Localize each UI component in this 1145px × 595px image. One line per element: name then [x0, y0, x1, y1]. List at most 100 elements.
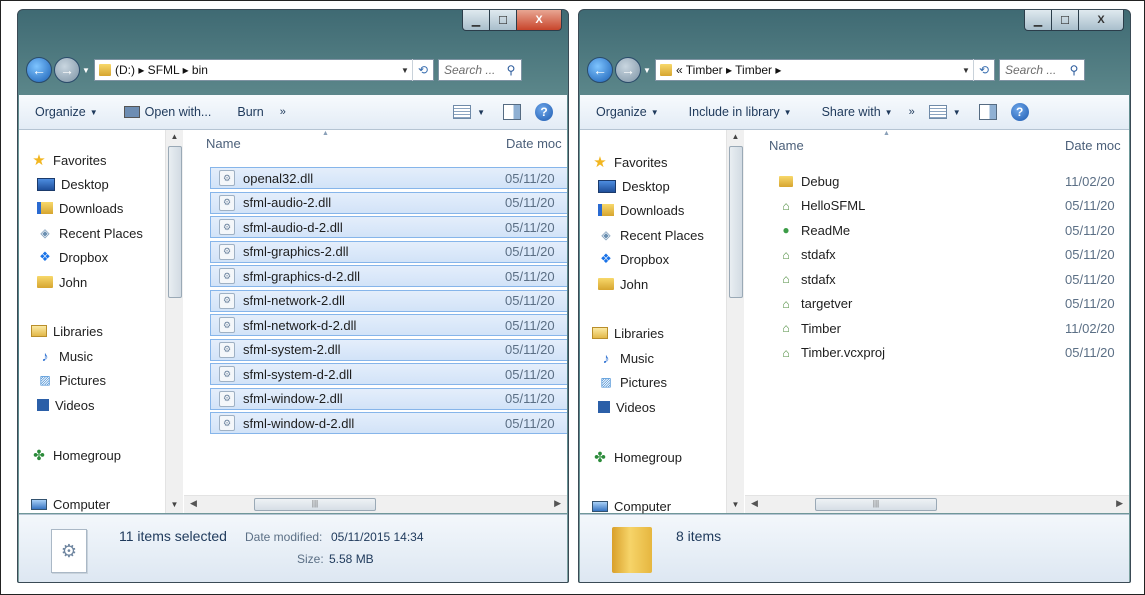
nav-pictures[interactable]: ▨ Pictures — [598, 372, 667, 392]
file-row[interactable]: ⌂ targetver 05/11/20 — [771, 293, 1129, 315]
nav-pictures[interactable]: ▨ Pictures — [37, 370, 106, 390]
include-in-library-menu[interactable]: Include in library ▼ — [689, 105, 792, 119]
forward-button[interactable]: → — [615, 57, 641, 83]
title-bar[interactable]: ▁ ☐ X — [18, 10, 568, 50]
preview-pane-icon[interactable] — [503, 104, 521, 120]
close-button[interactable]: X — [516, 10, 562, 31]
recent-pages-dropdown[interactable]: ▼ — [80, 66, 92, 75]
nav-favorites[interactable]: ★ Favorites — [592, 152, 667, 172]
address-dropdown[interactable]: ▼ — [398, 66, 412, 75]
nav-computer[interactable]: Computer — [592, 496, 671, 516]
column-name[interactable]: Name — [769, 138, 804, 153]
nav-videos[interactable]: Videos — [598, 397, 656, 417]
file-row[interactable]: ⚙ sfml-network-d-2.dll 05/11/20 — [210, 314, 567, 336]
file-row[interactable]: ⌂ stdafx 05/11/20 — [771, 268, 1129, 290]
scroll-left-arrow[interactable]: ◀ — [751, 498, 758, 509]
nav-favorites[interactable]: ★ Favorites — [31, 150, 106, 170]
file-row[interactable]: ⚙ sfml-network-2.dll 05/11/20 — [210, 289, 567, 312]
recent-pages-dropdown[interactable]: ▼ — [641, 66, 653, 75]
scroll-right-arrow[interactable]: ▶ — [1116, 498, 1123, 509]
back-button[interactable]: ← — [26, 57, 52, 83]
help-icon[interactable]: ? — [535, 103, 553, 121]
view-dropdown-icon[interactable]: ▼ — [953, 108, 961, 117]
search-input[interactable]: Search ... ⚲ — [438, 59, 522, 81]
scroll-thumb[interactable] — [168, 146, 182, 298]
search-icon[interactable]: ⚲ — [504, 63, 518, 77]
help-icon[interactable]: ? — [1010, 103, 1029, 121]
change-view-icon[interactable] — [928, 105, 947, 119]
nav-homegroup[interactable]: ✤ Homegroup — [592, 447, 682, 467]
file-row[interactable]: ⌂ Timber 11/02/20 — [771, 317, 1129, 339]
file-row[interactable]: ⌂ HelloSFML 05/11/20 — [771, 195, 1129, 217]
nav-videos[interactable]: Videos — [37, 395, 95, 415]
minimize-button[interactable]: ▁ — [1024, 10, 1052, 31]
burn-button[interactable]: Burn — [237, 105, 263, 119]
scroll-down-arrow[interactable]: ▼ — [166, 500, 183, 509]
scroll-left-arrow[interactable]: ◀ — [190, 498, 197, 509]
file-row[interactable]: ⚙ openal32.dll 05/11/20 — [210, 167, 567, 189]
file-row[interactable]: ● ReadMe 05/11/20 — [771, 219, 1129, 241]
nav-computer[interactable]: Computer — [31, 494, 110, 514]
nav-recent-places[interactable]: ◈ Recent Places — [37, 223, 142, 243]
open-with-button[interactable]: Open with... — [123, 105, 211, 119]
refresh-icon[interactable]: ⟲ — [412, 59, 433, 81]
maximize-button[interactable]: ☐ — [1051, 10, 1079, 31]
nav-libraries[interactable]: Libraries — [31, 321, 103, 341]
nav-downloads[interactable]: Downloads — [37, 198, 123, 218]
nav-scrollbar[interactable]: ▲ ▼ — [726, 130, 744, 513]
nav-scrollbar[interactable]: ▲ ▼ — [165, 130, 183, 513]
column-date-modified[interactable]: Date moc — [506, 136, 562, 151]
file-row[interactable]: ⚙ sfml-audio-2.dll 05/11/20 — [210, 191, 567, 214]
address-bar[interactable]: « Timber ▸ Timber ▸ ▼ ⟲ — [655, 59, 995, 81]
address-dropdown[interactable]: ▼ — [959, 66, 973, 75]
scroll-thumb[interactable]: ||| — [815, 498, 937, 511]
nav-desktop[interactable]: Desktop — [37, 174, 109, 194]
column-date-modified[interactable]: Date moc — [1065, 138, 1121, 153]
maximize-button[interactable]: ☐ — [489, 10, 517, 31]
nav-dropbox[interactable]: ❖ Dropbox — [37, 247, 108, 267]
breadcrumb[interactable]: « Timber ▸ Timber ▸ — [676, 63, 959, 77]
scroll-up-arrow[interactable]: ▲ — [166, 132, 183, 141]
horizontal-scrollbar[interactable]: ◀ ||| ▶ — [184, 495, 567, 513]
share-with-menu[interactable]: Share with ▼ — [822, 105, 893, 119]
search-icon[interactable]: ⚲ — [1067, 63, 1081, 77]
scroll-up-arrow[interactable]: ▲ — [727, 132, 744, 141]
close-button[interactable]: X — [1078, 10, 1124, 31]
nav-homegroup[interactable]: ✤ Homegroup — [31, 445, 121, 465]
more-commands-chevron[interactable]: » — [280, 106, 286, 118]
minimize-button[interactable]: ▁ — [462, 10, 490, 31]
file-row[interactable]: ⌂ stdafx 05/11/20 — [771, 244, 1129, 266]
refresh-icon[interactable]: ⟲ — [973, 59, 994, 81]
file-row[interactable]: ⚙ sfml-graphics-2.dll 05/11/20 — [210, 240, 567, 263]
file-row[interactable]: ⚙ sfml-system-d-2.dll 05/11/20 — [210, 363, 567, 385]
file-row[interactable]: ⌂ Timber.vcxproj 05/11/20 — [771, 342, 1129, 364]
column-name[interactable]: Name — [206, 136, 241, 151]
scroll-thumb[interactable] — [729, 146, 743, 298]
nav-desktop[interactable]: Desktop — [598, 176, 670, 196]
scroll-right-arrow[interactable]: ▶ — [554, 498, 561, 509]
view-dropdown-icon[interactable]: ▼ — [477, 108, 485, 117]
title-bar[interactable]: ▁ ☐ X — [579, 10, 1130, 50]
file-row[interactable]: ⚙ sfml-audio-d-2.dll 05/11/20 — [210, 216, 567, 238]
organize-menu[interactable]: Organize ▼ — [596, 105, 659, 119]
nav-libraries[interactable]: Libraries — [592, 323, 664, 343]
back-button[interactable]: ← — [587, 57, 613, 83]
nav-john[interactable]: John — [598, 274, 648, 294]
breadcrumb[interactable]: (D:) ▸ SFML ▸ bin — [115, 63, 398, 77]
preview-pane-icon[interactable] — [978, 104, 997, 120]
search-input[interactable]: Search ... ⚲ — [999, 59, 1085, 81]
scroll-thumb[interactable]: ||| — [254, 498, 376, 511]
nav-dropbox[interactable]: ❖ Dropbox — [598, 249, 669, 269]
file-row[interactable]: ⚙ sfml-window-2.dll 05/11/20 — [210, 387, 567, 410]
nav-john[interactable]: John — [37, 272, 87, 292]
more-commands-chevron[interactable]: » — [909, 106, 915, 118]
change-view-icon[interactable] — [453, 105, 472, 119]
nav-recent-places[interactable]: ◈ Recent Places — [598, 225, 703, 245]
horizontal-scrollbar[interactable]: ◀ ||| ▶ — [745, 495, 1129, 513]
file-row[interactable]: ⚙ sfml-system-2.dll 05/11/20 — [210, 338, 567, 361]
organize-menu[interactable]: Organize ▼ — [35, 105, 98, 119]
file-row[interactable]: Debug 11/02/20 — [771, 170, 1129, 192]
nav-downloads[interactable]: Downloads — [598, 200, 684, 220]
nav-music[interactable]: ♪ Music — [598, 348, 654, 368]
file-row[interactable]: ⚙ sfml-graphics-d-2.dll 05/11/20 — [210, 265, 567, 287]
